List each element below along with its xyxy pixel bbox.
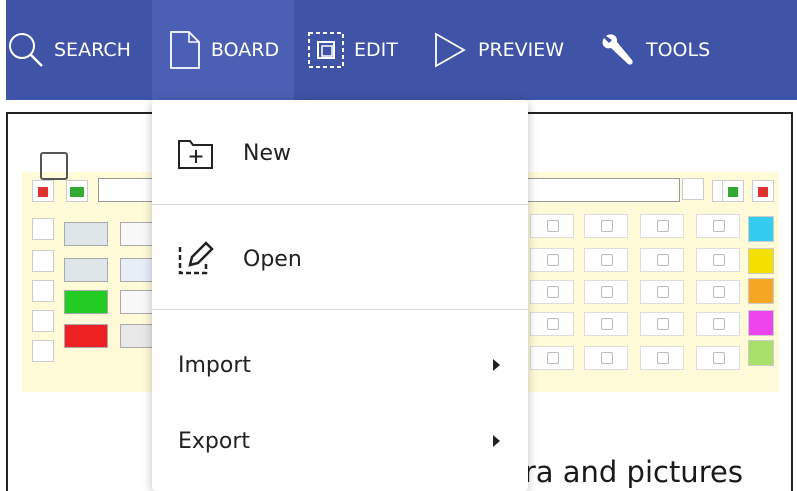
board-tile bbox=[32, 218, 54, 240]
board-button[interactable]: BOARD bbox=[152, 0, 294, 100]
edit-label: EDIT bbox=[354, 39, 398, 61]
preview-button[interactable]: PREVIEW bbox=[430, 0, 590, 100]
board-tile bbox=[32, 310, 54, 332]
wrench-icon bbox=[602, 34, 633, 65]
board-empty-cell bbox=[584, 312, 628, 336]
board-page-icon bbox=[170, 31, 200, 69]
board-empty-cell bbox=[584, 248, 628, 272]
board-empty-cell bbox=[584, 214, 628, 238]
board-tile bbox=[64, 222, 108, 246]
board-empty-cell bbox=[530, 346, 574, 370]
board-empty-cell bbox=[696, 280, 740, 304]
chevron-right-icon bbox=[493, 359, 500, 371]
background-heading: era and pictures bbox=[506, 455, 743, 489]
menu-item-open-label: Open bbox=[243, 246, 302, 272]
preview-label: PREVIEW bbox=[478, 39, 565, 61]
board-dropdown-menu: New Open Import Export bbox=[152, 100, 528, 491]
board-back-icon bbox=[66, 180, 88, 202]
board-label: BOARD bbox=[210, 39, 280, 61]
board-empty-cell bbox=[696, 214, 740, 238]
board-clear-icon bbox=[682, 178, 704, 200]
board-home-icon bbox=[32, 180, 54, 202]
menu-item-export[interactable]: Export bbox=[152, 416, 528, 466]
board-empty-cell bbox=[640, 346, 684, 370]
menu-item-import[interactable]: Import bbox=[152, 340, 528, 390]
menu-item-import-label: Import bbox=[178, 352, 252, 378]
board-tile-green bbox=[64, 290, 108, 314]
search-icon bbox=[9, 33, 43, 67]
board-speak-icon bbox=[722, 180, 744, 202]
board-empty-cell bbox=[640, 312, 684, 336]
new-folder-icon bbox=[178, 140, 213, 169]
board-tile bbox=[64, 258, 108, 282]
board-tile bbox=[32, 250, 54, 272]
board-category-tile bbox=[748, 340, 774, 366]
board-empty-cell bbox=[640, 214, 684, 238]
menu-item-new[interactable]: New bbox=[152, 128, 528, 178]
top-nav-bar: SEARCH BOARD EDIT PREVIEW TOOLS bbox=[6, 0, 797, 100]
board-category-tile bbox=[748, 278, 774, 304]
board-tile-red bbox=[64, 324, 108, 348]
tools-button[interactable]: TOOLS bbox=[598, 0, 738, 100]
chevron-right-icon bbox=[493, 435, 500, 447]
search-label: SEARCH bbox=[54, 39, 131, 61]
tools-label: TOOLS bbox=[646, 39, 711, 61]
board-empty-cell bbox=[530, 280, 574, 304]
board-empty-cell bbox=[584, 280, 628, 304]
board-tile bbox=[32, 340, 54, 362]
board-category-tile bbox=[748, 248, 774, 274]
menu-separator bbox=[152, 309, 528, 310]
board-empty-cell bbox=[530, 248, 574, 272]
open-edit-icon bbox=[178, 241, 214, 275]
board-select-checkbox[interactable] bbox=[40, 152, 68, 180]
play-icon bbox=[435, 32, 466, 68]
board-category-tile bbox=[748, 310, 774, 336]
board-empty-cell bbox=[584, 346, 628, 370]
board-empty-cell bbox=[696, 312, 740, 336]
menu-separator bbox=[152, 204, 528, 205]
menu-item-export-label: Export bbox=[178, 428, 251, 454]
board-empty-cell bbox=[696, 346, 740, 370]
search-button[interactable]: SEARCH bbox=[6, 0, 146, 100]
board-home2-icon bbox=[752, 180, 774, 202]
board-empty-cell bbox=[640, 280, 684, 304]
board-empty-cell bbox=[640, 248, 684, 272]
menu-item-open[interactable]: Open bbox=[152, 234, 528, 284]
board-tile bbox=[32, 280, 54, 302]
board-category-tile bbox=[748, 216, 774, 242]
board-empty-cell bbox=[696, 248, 740, 272]
menu-item-new-label: New bbox=[243, 140, 291, 166]
board-empty-cell bbox=[530, 214, 574, 238]
edit-select-icon bbox=[308, 32, 344, 68]
board-empty-cell bbox=[530, 312, 574, 336]
edit-button[interactable]: EDIT bbox=[306, 0, 416, 100]
